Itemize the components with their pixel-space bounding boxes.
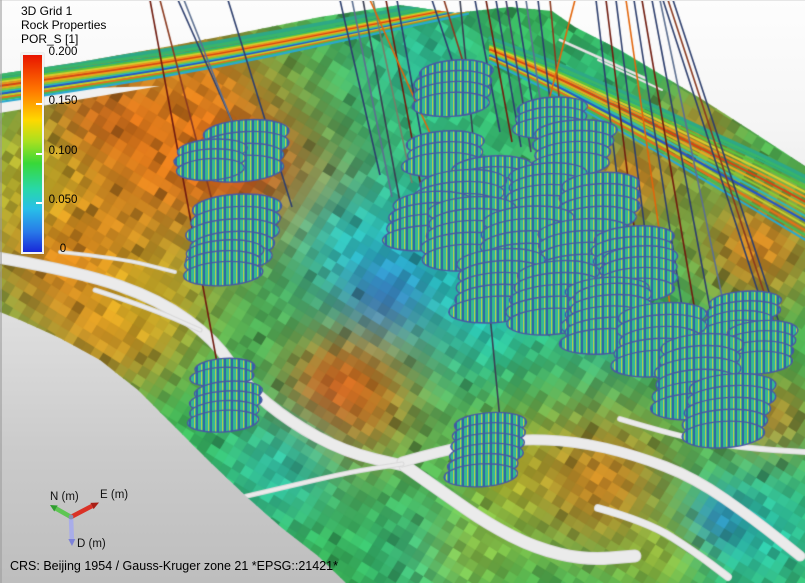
colorbar — [21, 53, 44, 254]
property-group: Rock Properties — [21, 18, 106, 32]
axis-e-arrow — [71, 503, 99, 518]
colorbar-tick-label: 0.200 — [42, 46, 84, 58]
grid-title: 3D Grid 1 — [21, 4, 72, 18]
axis-n-arrow — [50, 505, 71, 517]
crs-status: CRS: Beijing 1954 / Gauss-Kruger zone 21… — [10, 559, 338, 573]
axis-e-label: E (m) — [100, 489, 128, 501]
colorbar-tick-label: 0 — [42, 243, 84, 255]
window-border-left — [0, 0, 2, 583]
window-border-top — [0, 0, 805, 1]
axis-d-arrow — [68, 517, 75, 546]
property-name: POR_S [1] — [21, 32, 78, 46]
axis-triad: N (m) E (m) D (m) — [26, 484, 158, 562]
axis-d-label: D (m) — [77, 538, 106, 550]
axis-origin — [69, 515, 74, 520]
colorbar-tick-label: 0.100 — [42, 145, 84, 157]
axis-n-label: N (m) — [50, 491, 79, 503]
3d-viewport[interactable]: 3D Grid 1 Rock Properties POR_S [1] 0.20… — [0, 0, 805, 583]
colorbar-tick-label: 0.150 — [42, 95, 84, 107]
colorbar-tick-label: 0.050 — [42, 194, 84, 206]
